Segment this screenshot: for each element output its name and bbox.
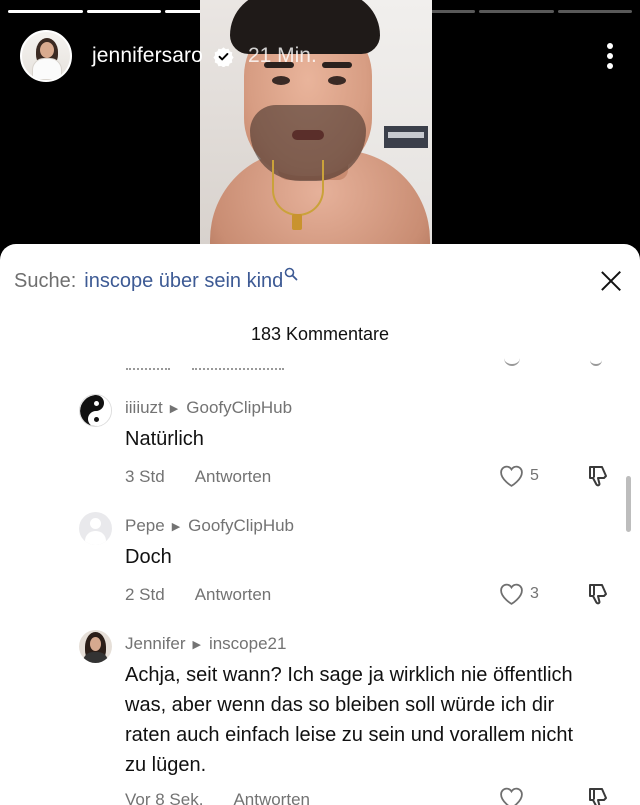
story-header: jennifersaro 21 Min. (20, 30, 620, 82)
comment-time: 3 Std (125, 467, 165, 486)
like-button[interactable]: 5 (499, 464, 539, 488)
partially-hidden-comment (0, 354, 640, 380)
search-prefix-label: Suche: (14, 269, 77, 292)
comment-reply-to[interactable]: inscope21 (209, 634, 287, 654)
story-username[interactable]: jennifersaro (92, 44, 203, 68)
like-count: 3 (530, 585, 539, 602)
comment-header: Pepe ▶ GoofyClipHub (125, 516, 294, 536)
story-avatar[interactable] (20, 30, 72, 82)
comment-count-title: 183 Kommentare (250, 324, 390, 344)
story-timestamp: 21 Min. (247, 44, 317, 67)
thumbs-down-icon (589, 584, 607, 605)
reply-button[interactable]: Antworten (195, 585, 272, 605)
thumbs-down-icon (589, 466, 607, 487)
comment-author[interactable]: Jennifer (125, 634, 185, 654)
comment-time: 2 Std (125, 585, 165, 604)
commenter-avatar[interactable] (79, 630, 112, 663)
commenter-avatar[interactable] (79, 394, 112, 427)
dislike-button[interactable] (586, 462, 612, 488)
comment-meta: 2 Std Antworten (125, 585, 271, 605)
like-button[interactable] (499, 786, 524, 805)
comment-sheet: Suche: inscope über sein kind 183 Kommen… (0, 244, 640, 805)
dislike-button[interactable] (586, 784, 612, 805)
comment-text: Natürlich (125, 428, 204, 450)
search-icon (284, 267, 298, 281)
comment-text: Achja, seit wann? Ich sage ja wirklich n… (125, 664, 574, 776)
heart-icon (500, 787, 523, 805)
comment-time: Vor 8 Sek. (125, 790, 204, 805)
comment-text: Doch (125, 546, 172, 568)
reply-button[interactable]: Antworten (195, 467, 272, 487)
like-count: 5 (530, 467, 539, 484)
dislike-button[interactable] (586, 580, 612, 606)
comment-reply-to[interactable]: GoofyClipHub (186, 398, 292, 418)
comment-meta: 3 Std Antworten (125, 467, 271, 487)
search-query-link[interactable]: inscope über sein kind (84, 270, 283, 293)
comment-meta: Vor 8 Sek. Antworten (125, 790, 310, 805)
comment-author[interactable]: Pepe (125, 516, 165, 536)
reply-arrow-icon: ▶ (192, 638, 201, 651)
search-bar[interactable]: Suche: inscope über sein kind (14, 266, 622, 296)
story-viewer: jennifersaro 21 Min. (0, 0, 640, 250)
commenter-avatar[interactable] (79, 512, 112, 545)
comment-reply-to[interactable]: GoofyClipHub (188, 516, 294, 536)
reply-arrow-icon: ▶ (171, 520, 181, 533)
like-button[interactable]: 3 (499, 582, 539, 606)
progress-segment (557, 10, 632, 13)
more-options-icon[interactable] (600, 40, 620, 72)
scrollbar[interactable] (626, 476, 631, 532)
verified-badge-icon (213, 46, 234, 67)
progress-segment (8, 10, 83, 13)
comment-header: Jennifer ▶ inscope21 (125, 634, 286, 654)
progress-segment (479, 10, 554, 13)
reply-button[interactable]: Antworten (233, 790, 310, 805)
close-icon[interactable] (600, 270, 622, 292)
comment-header: iiiiuzt ▶ GoofyClipHub (125, 398, 292, 418)
progress-segment (86, 10, 161, 13)
comment-author[interactable]: iiiiuzt (125, 398, 163, 418)
heart-icon (500, 583, 523, 605)
thumbs-down-icon (589, 788, 607, 805)
reply-arrow-icon: ▶ (169, 402, 179, 415)
heart-icon (500, 465, 523, 487)
